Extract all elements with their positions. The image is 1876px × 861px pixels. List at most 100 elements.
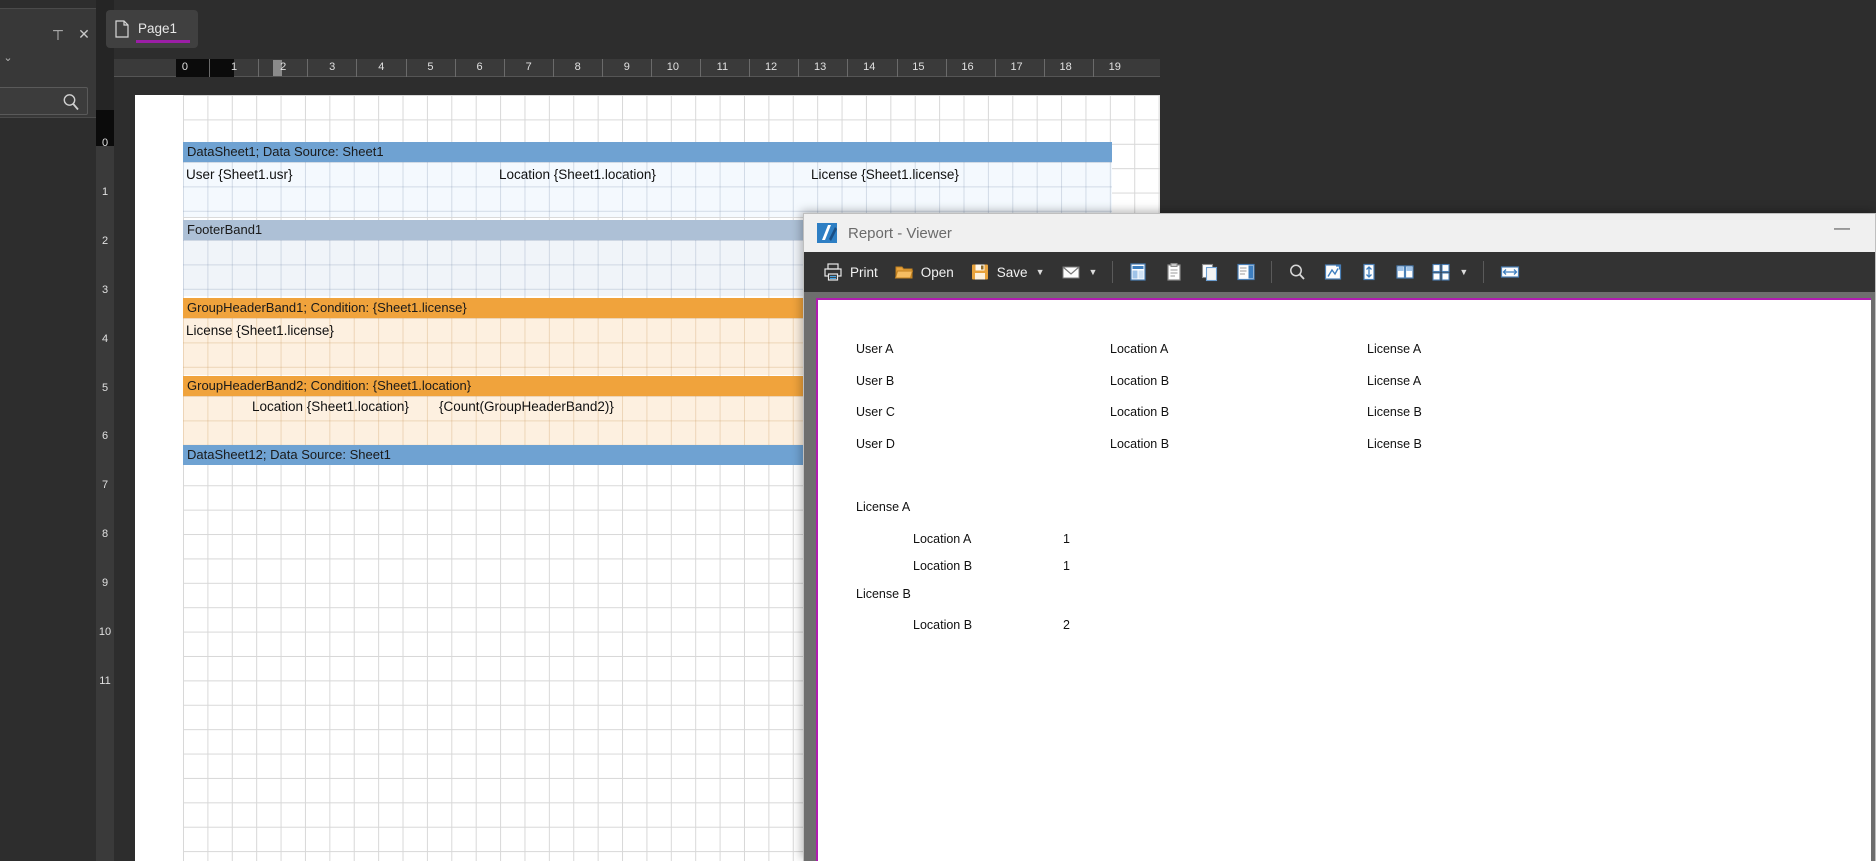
vruler-tick-label: 8 bbox=[101, 528, 109, 541]
vruler-tick-label: 0 bbox=[101, 137, 109, 149]
page-icon bbox=[114, 20, 130, 38]
ruler-tick-label: 16 bbox=[961, 61, 974, 73]
toolbar-separator bbox=[1271, 261, 1273, 283]
ruler-tick-label: 9 bbox=[623, 61, 630, 73]
close-icon[interactable]: ✕ bbox=[73, 23, 95, 45]
ruler-tick bbox=[847, 59, 849, 77]
ruler-tick-label: 19 bbox=[1108, 61, 1121, 73]
ruler-tick bbox=[405, 59, 407, 77]
ruler-tick-label: 18 bbox=[1059, 61, 1072, 73]
band-datasheet1[interactable]: DataSheet1; Data Source: Sheet1 User {She… bbox=[183, 142, 1112, 217]
preview-detail-cell: User D bbox=[856, 436, 895, 451]
chevron-down-icon: ▼ bbox=[1459, 267, 1469, 277]
send-email-button[interactable]: ▼ bbox=[1054, 256, 1105, 288]
toolbar-separator bbox=[1483, 261, 1485, 283]
page-width-button[interactable] bbox=[1352, 256, 1386, 288]
print-label: Print bbox=[850, 264, 878, 280]
ruler-tick bbox=[749, 59, 751, 77]
clipboard-button[interactable] bbox=[1157, 256, 1191, 288]
pin-icon[interactable]: ⊤ bbox=[47, 24, 69, 46]
viewer-preview-area[interactable]: User A Location A License A User B Location … bbox=[804, 292, 1875, 861]
field-location[interactable]: Location {Sheet1.location} bbox=[496, 165, 659, 184]
vruler-tick-label: 1 bbox=[101, 185, 109, 198]
page-setup-button[interactable] bbox=[1121, 256, 1155, 288]
field-count[interactable]: {Count(GroupHeaderBand2)} bbox=[436, 397, 617, 416]
ruler-tick bbox=[1043, 59, 1045, 77]
tab-page1-label: Page1 bbox=[138, 20, 178, 36]
ruler-tick-label: 15 bbox=[912, 61, 925, 73]
ruler-tick-label: 2 bbox=[280, 61, 287, 73]
ruler-tick-label: 4 bbox=[378, 61, 385, 73]
ruler-tick-label: 3 bbox=[329, 61, 336, 73]
chevron-down-icon[interactable]: ⌄ bbox=[0, 50, 16, 66]
vruler-tick-label: 3 bbox=[101, 283, 109, 296]
open-button[interactable]: Open bbox=[887, 256, 961, 288]
ruler-tick bbox=[994, 59, 996, 77]
tab-page1[interactable]: Page1 bbox=[106, 10, 198, 48]
viewer-title-bar[interactable]: Report - Viewer — bbox=[804, 214, 1875, 252]
preview-detail-cell: Location B bbox=[1110, 373, 1170, 388]
horizontal-ruler[interactable]: 0 1 2 3 4 5 6 7 8 9 10 11 12 13 14 15 16 17 18 19 bbox=[114, 59, 1160, 77]
report-logo-icon bbox=[816, 222, 838, 244]
preview-detail-cell: Location A bbox=[1110, 342, 1169, 356]
field-user[interactable]: User {Sheet1.usr} bbox=[183, 165, 296, 184]
ruler-tick bbox=[798, 59, 800, 77]
preview-detail-cell: User C bbox=[856, 405, 895, 419]
ruler-tick bbox=[700, 59, 702, 77]
band-body-datasheet1[interactable]: User {Sheet1.usr} Location {Sheet1.locati… bbox=[183, 162, 1112, 217]
search-icon bbox=[61, 92, 81, 112]
save-button[interactable]: Save ▼ bbox=[963, 256, 1052, 288]
ruler-tick bbox=[896, 59, 898, 77]
preview-page[interactable]: User A Location A License A User B Location … bbox=[816, 298, 1871, 861]
vruler-tick-label: 10 bbox=[98, 626, 112, 638]
preview-detail-cell: Location B bbox=[1110, 405, 1170, 419]
ruler-tick-label: 10 bbox=[666, 61, 679, 73]
preview-detail-cell: User B bbox=[856, 373, 895, 388]
preview-detail-cell: License B bbox=[1367, 405, 1422, 419]
ruler-tick-label: 6 bbox=[476, 61, 483, 73]
ruler-tick-label: 8 bbox=[574, 61, 581, 73]
vruler-tick-label: 5 bbox=[101, 381, 109, 394]
preview-group-license: License B bbox=[856, 586, 911, 601]
ruler-tick bbox=[651, 59, 652, 77]
ruler-tick bbox=[356, 59, 358, 77]
vertical-ruler[interactable]: 0 1 2 3 4 5 6 7 8 9 10 11 bbox=[96, 110, 114, 861]
chevron-down-icon: ▼ bbox=[1088, 267, 1098, 277]
ruler-tick bbox=[552, 59, 554, 77]
vruler-tick-label: 9 bbox=[101, 577, 109, 590]
full-width-button[interactable] bbox=[1492, 256, 1528, 288]
preview-group-location: Location A bbox=[913, 531, 972, 546]
ruler-tick bbox=[1092, 59, 1094, 77]
preview-group-count: 2 bbox=[1063, 618, 1070, 632]
ruler-tick bbox=[209, 59, 211, 77]
open-label: Open bbox=[920, 264, 954, 280]
print-button[interactable]: Print bbox=[816, 256, 885, 288]
preview-detail-cell: User A bbox=[856, 342, 894, 356]
two-pages-button[interactable] bbox=[1388, 256, 1422, 288]
vruler-tick-label: 11 bbox=[99, 674, 111, 687]
copy-pages-button[interactable] bbox=[1193, 256, 1227, 288]
field-license-group[interactable]: License {Sheet1.license} bbox=[183, 321, 337, 340]
field-location-group[interactable]: Location {Sheet1.location} bbox=[249, 397, 412, 416]
preview-detail-cell: License A bbox=[1367, 342, 1422, 356]
vruler-tick-label: 7 bbox=[101, 479, 109, 492]
tab-active-indicator bbox=[136, 40, 190, 43]
field-license[interactable]: License {Sheet1.license} bbox=[808, 165, 962, 184]
search-input[interactable] bbox=[0, 87, 88, 115]
ruler-tick-label: 7 bbox=[525, 61, 532, 73]
minimize-icon[interactable]: — bbox=[1827, 221, 1857, 242]
tab-strip: Page1 bbox=[106, 0, 1876, 56]
ruler-tick-label: 11 bbox=[716, 61, 729, 73]
preview-group-location: Location B bbox=[913, 618, 973, 632]
multi-pages-button[interactable]: ▼ bbox=[1424, 256, 1475, 288]
ruler-tick bbox=[454, 59, 456, 77]
report-viewer-window[interactable]: Report - Viewer — Print Open Save ▼ ▼ ▼ … bbox=[803, 213, 1876, 861]
preview-group-location: Location B bbox=[913, 559, 973, 573]
ruler-tick bbox=[258, 59, 260, 77]
zoom-fit-button[interactable] bbox=[1316, 256, 1350, 288]
bookmarks-panel-button[interactable] bbox=[1229, 256, 1263, 288]
chevron-down-icon: ▼ bbox=[1035, 267, 1045, 277]
ruler-tick bbox=[307, 59, 309, 77]
find-button[interactable] bbox=[1280, 256, 1314, 288]
vruler-tick-label: 6 bbox=[101, 430, 109, 443]
